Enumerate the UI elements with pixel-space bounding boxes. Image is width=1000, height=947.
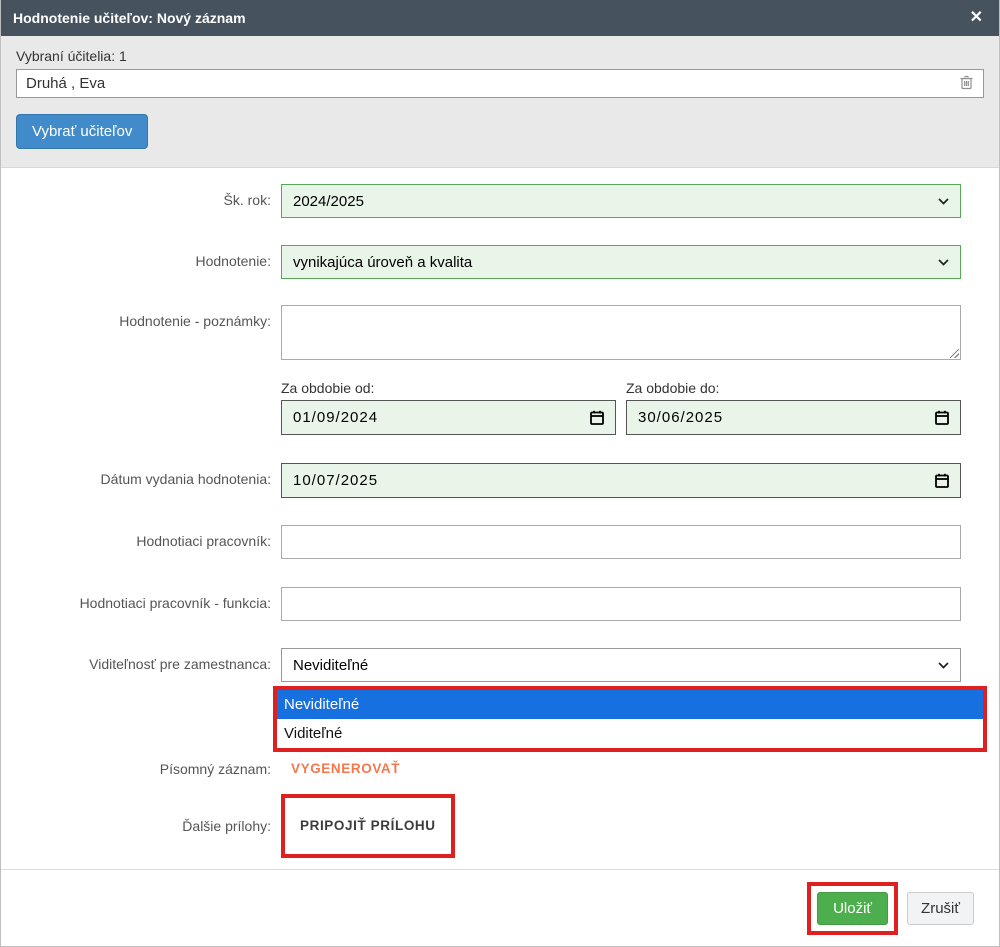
selected-teacher-row: Druhá , Eva [16,69,984,98]
rating-label: Hodnotenie: [1,245,281,269]
school-year-label: Šk. rok: [1,184,281,208]
issue-date-label: Dátum vydania hodnotenia: [1,463,281,487]
calendar-icon[interactable] [935,473,949,488]
teacher-evaluation-dialog: Hodnotenie učiteľov: Nový záznam ✕ Vybra… [0,0,1000,947]
cancel-button[interactable]: Zrušiť [907,892,974,925]
select-teachers-button[interactable]: Vybrať učiteľov [16,114,148,149]
remove-teacher-button[interactable] [959,74,974,93]
dialog-footer: Uložiť Zrušiť [1,869,999,946]
chevron-down-icon [938,259,949,266]
dropdown-option-viditelne[interactable]: Viditeľné [277,719,983,748]
period-to-date-input[interactable]: 30/06/2025 [626,400,961,435]
attach-file-link[interactable]: PRIPOJIŤ PRÍLOHU [300,818,436,833]
selected-teacher-name: Druhá , Eva [26,75,105,92]
notes-textarea[interactable] [281,305,961,360]
issue-date-input[interactable]: 10/07/2025 [281,463,961,498]
dialog-title: Hodnotenie učiteľov: Nový záznam [13,10,246,26]
visibility-label: Viditeľnosť pre zamestnanca: [1,648,281,672]
period-from-label: Za obdobie od: [281,380,616,396]
teacher-selection-section: Vybraní účitelia: 1 Druhá , Eva Vybrať u… [1,36,999,168]
period-to-label: Za obdobie do: [626,380,961,396]
rating-select[interactable]: vynikajúca úroveň a kvalita [281,245,961,279]
period-from-date-input[interactable]: 01/09/2024 [281,400,616,435]
dialog-titlebar: Hodnotenie učiteľov: Nový záznam ✕ [1,0,999,36]
calendar-icon[interactable] [590,410,604,425]
selected-teachers-label: Vybraní účitelia: 1 [16,48,984,64]
evaluator-role-input[interactable] [281,587,961,621]
dropdown-option-neviditelne[interactable]: Neviditeľné [277,690,983,719]
save-button[interactable]: Uložiť [817,892,888,925]
calendar-icon[interactable] [935,410,949,425]
chevron-down-icon [938,198,949,205]
school-year-select[interactable]: 2024/2025 [281,184,961,218]
trash-icon [959,74,974,93]
close-icon[interactable]: ✕ [970,10,983,26]
visibility-select[interactable]: Neviditeľné [281,648,961,682]
red-annotation-box-dropdown: Neviditeľné Viditeľné [273,686,987,752]
written-record-label: Písomný záznam: [1,761,281,777]
red-annotation-box-attach: PRIPOJIŤ PRÍLOHU [281,794,455,858]
evaluator-role-label: Hodnotiaci pracovník - funkcia: [1,587,281,611]
attachments-label: Ďalšie prílohy: [1,818,281,834]
evaluator-input[interactable] [281,525,961,559]
chevron-down-icon [938,662,949,669]
red-annotation-box-save: Uložiť [807,882,898,935]
generate-record-link[interactable]: VYGENEROVAŤ [281,761,400,776]
evaluator-label: Hodnotiaci pracovník: [1,525,281,549]
form-body: Šk. rok: 2024/2025 Hodnotenie: vynikajúc… [1,168,999,869]
notes-label: Hodnotenie - poznámky: [1,305,281,329]
